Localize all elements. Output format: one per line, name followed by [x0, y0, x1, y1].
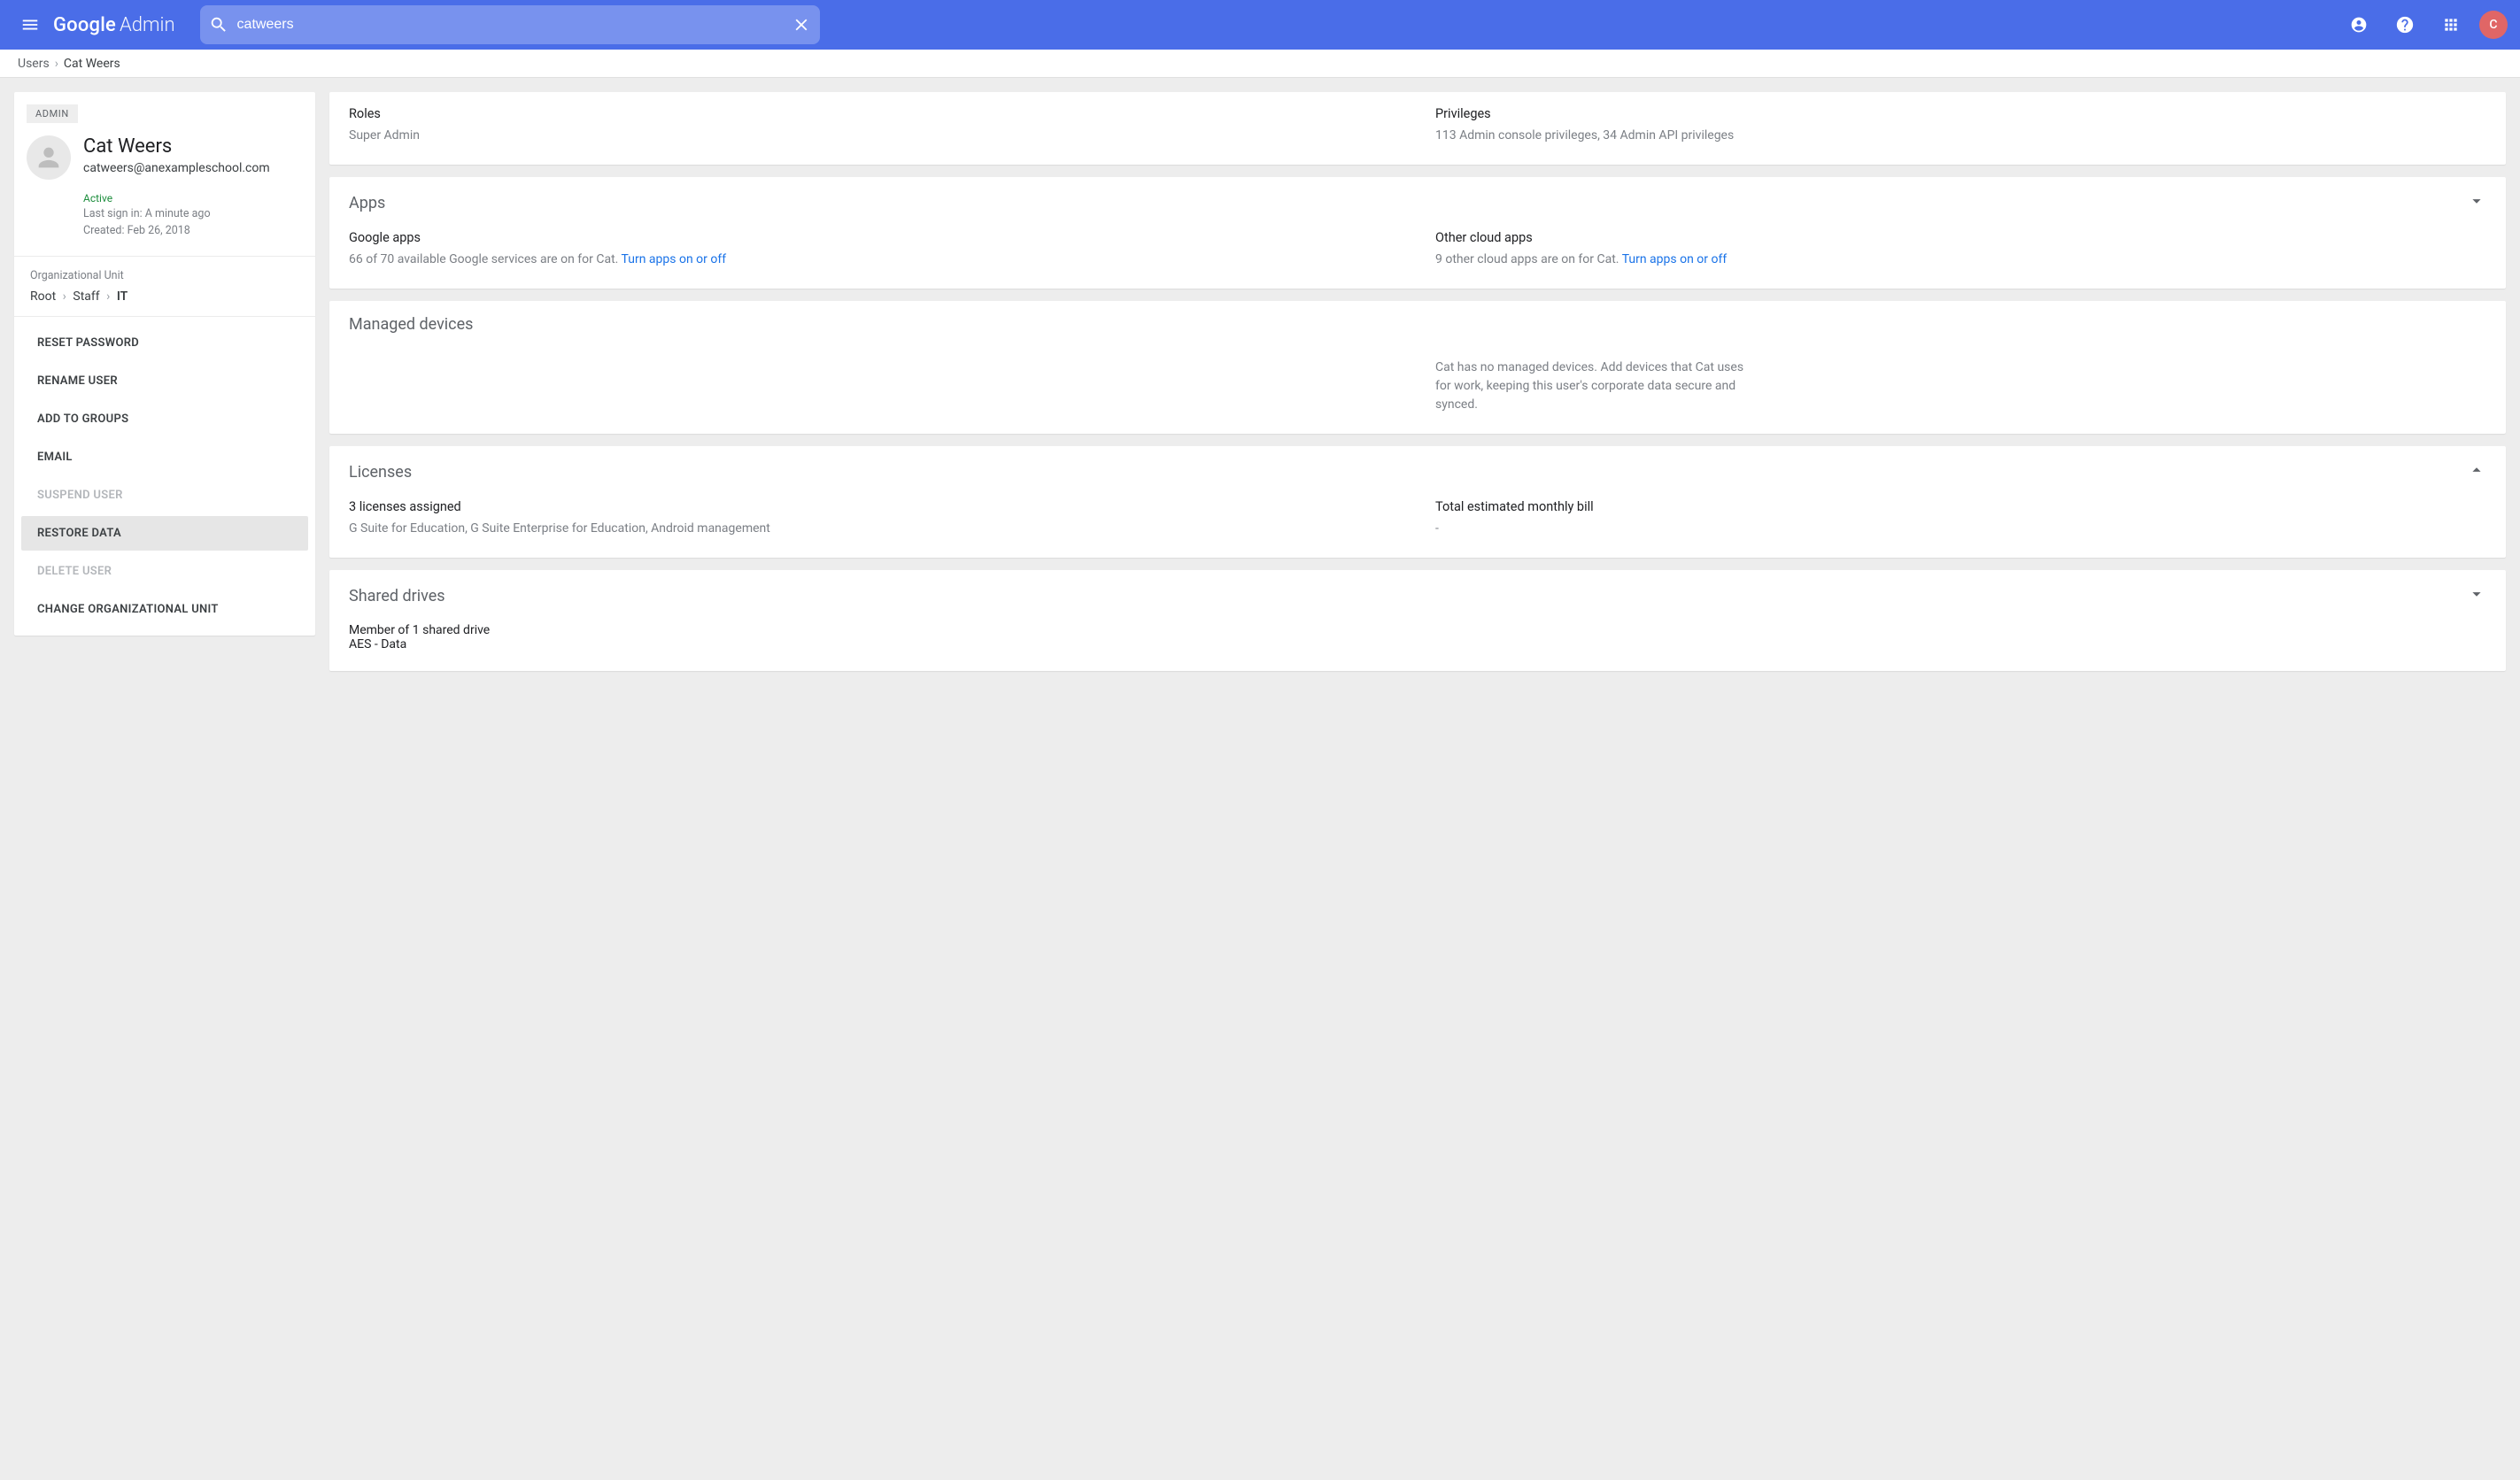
- action-email[interactable]: EMAIL: [21, 440, 308, 474]
- managed-devices-card[interactable]: Managed devices Cat has no managed devic…: [329, 301, 2506, 434]
- user-avatar: [27, 135, 71, 180]
- licenses-assigned-body: G Suite for Education, G Suite Enterpris…: [349, 520, 1400, 538]
- google-apps-label: Google apps: [349, 230, 1400, 245]
- privileges-value: 113 Admin console privileges, 34 Admin A…: [1435, 127, 2486, 145]
- apps-card-title: Apps: [349, 194, 385, 212]
- user-status: Active: [83, 192, 299, 204]
- ou-path-0: Root: [30, 289, 56, 304]
- search-box[interactable]: [200, 5, 820, 44]
- apps-grid-icon: [2442, 16, 2460, 34]
- chevron-right-icon: ›: [106, 289, 110, 304]
- account-icon: [2350, 16, 2368, 34]
- search-icon: [209, 15, 228, 35]
- action-restore-data[interactable]: RESTORE DATA: [21, 516, 308, 551]
- devices-body: Cat has no managed devices. Add devices …: [1435, 358, 1754, 414]
- other-apps-label: Other cloud apps: [1435, 230, 2486, 245]
- expand-shared-drives-button[interactable]: [2467, 584, 2486, 607]
- google-apps-toggle-link[interactable]: Turn apps on or off: [622, 252, 727, 266]
- user-created: Created: Feb 26, 2018: [83, 223, 299, 240]
- ou-path-1: Staff: [73, 289, 99, 304]
- logo-google: Google: [53, 14, 116, 36]
- org-unit-label: Organizational Unit: [30, 269, 299, 282]
- shared-drives-title: Shared drives: [349, 587, 445, 605]
- licenses-card[interactable]: Licenses 3 licenses assigned G Suite for…: [329, 446, 2506, 558]
- chevron-right-icon: ›: [63, 289, 66, 304]
- breadcrumb: Users › Cat Weers: [0, 50, 2520, 78]
- user-email: catweers@anexampleschool.com: [83, 161, 270, 175]
- licenses-card-title: Licenses: [349, 463, 412, 482]
- shared-drives-card[interactable]: Shared drives Member of 1 shared drive A…: [329, 570, 2506, 671]
- devices-card-title: Managed devices: [349, 315, 473, 334]
- roles-value: Super Admin: [349, 127, 1400, 145]
- profile-header: Cat Weers catweers@anexampleschool.com: [14, 123, 315, 192]
- chevron-up-icon: [2467, 460, 2486, 480]
- roles-label: Roles: [349, 106, 1400, 121]
- breadcrumb-current: Cat Weers: [64, 57, 120, 71]
- menu-button[interactable]: [12, 7, 48, 42]
- logo-admin: Admin: [120, 14, 175, 36]
- chevron-down-icon: [2467, 191, 2486, 211]
- shared-drives-member-label: Member of 1 shared drive: [349, 623, 2486, 637]
- roles-privileges-card[interactable]: Roles Super Admin Privileges 113 Admin c…: [329, 92, 2506, 165]
- org-unit-path[interactable]: Root › Staff › IT: [30, 289, 299, 304]
- menu-icon: [20, 15, 40, 35]
- licenses-bill-label: Total estimated monthly bill: [1435, 499, 2486, 514]
- org-unit-section: Organizational Unit Root › Staff › IT: [14, 256, 315, 316]
- action-add-to-groups[interactable]: ADD TO GROUPS: [21, 402, 308, 436]
- chevron-right-icon: ›: [55, 57, 58, 71]
- other-apps-toggle-link[interactable]: Turn apps on or off: [1622, 252, 1728, 266]
- apps-launcher-button[interactable]: [2433, 7, 2469, 42]
- action-suspend-user[interactable]: SUSPEND USER: [21, 478, 308, 513]
- app-header: Google Admin C: [0, 0, 2520, 50]
- breadcrumb-parent[interactable]: Users: [18, 57, 50, 71]
- apps-card[interactable]: Apps Google apps 66 of 70 available Goog…: [329, 177, 2506, 289]
- chevron-down-icon: [2467, 584, 2486, 604]
- admin-badge: ADMIN: [27, 104, 78, 123]
- google-apps-body: 66 of 70 available Google services are o…: [349, 252, 618, 266]
- ou-path-2: IT: [117, 289, 128, 304]
- action-delete-user[interactable]: DELETE USER: [21, 554, 308, 589]
- expand-apps-button[interactable]: [2467, 191, 2486, 214]
- help-icon: [2395, 15, 2415, 35]
- user-sidebar-card: ADMIN Cat Weers catweers@anexampleschool…: [14, 92, 315, 636]
- profile-avatar[interactable]: C: [2479, 11, 2508, 39]
- collapse-licenses-button[interactable]: [2467, 460, 2486, 483]
- app-logo[interactable]: Google Admin: [53, 14, 175, 36]
- user-last-signin: Last sign in: A minute ago: [83, 206, 299, 223]
- person-icon: [34, 143, 64, 173]
- action-rename-user[interactable]: RENAME USER: [21, 364, 308, 398]
- search-input[interactable]: [237, 17, 783, 33]
- user-actions: RESET PASSWORD RENAME USER ADD TO GROUPS…: [14, 316, 315, 636]
- privileges-label: Privileges: [1435, 106, 2486, 121]
- action-change-org-unit[interactable]: CHANGE ORGANIZATIONAL UNIT: [21, 592, 308, 627]
- action-reset-password[interactable]: RESET PASSWORD: [21, 326, 308, 360]
- clear-search-icon[interactable]: [792, 15, 811, 35]
- help-button[interactable]: [2387, 7, 2423, 42]
- account-switcher-button[interactable]: [2341, 7, 2377, 42]
- other-apps-body: 9 other cloud apps are on for Cat.: [1435, 252, 1619, 266]
- licenses-bill-value: -: [1435, 520, 2486, 538]
- licenses-assigned-label: 3 licenses assigned: [349, 499, 1400, 514]
- user-name: Cat Weers: [83, 135, 270, 158]
- shared-drives-member-body: AES - Data: [349, 637, 2486, 651]
